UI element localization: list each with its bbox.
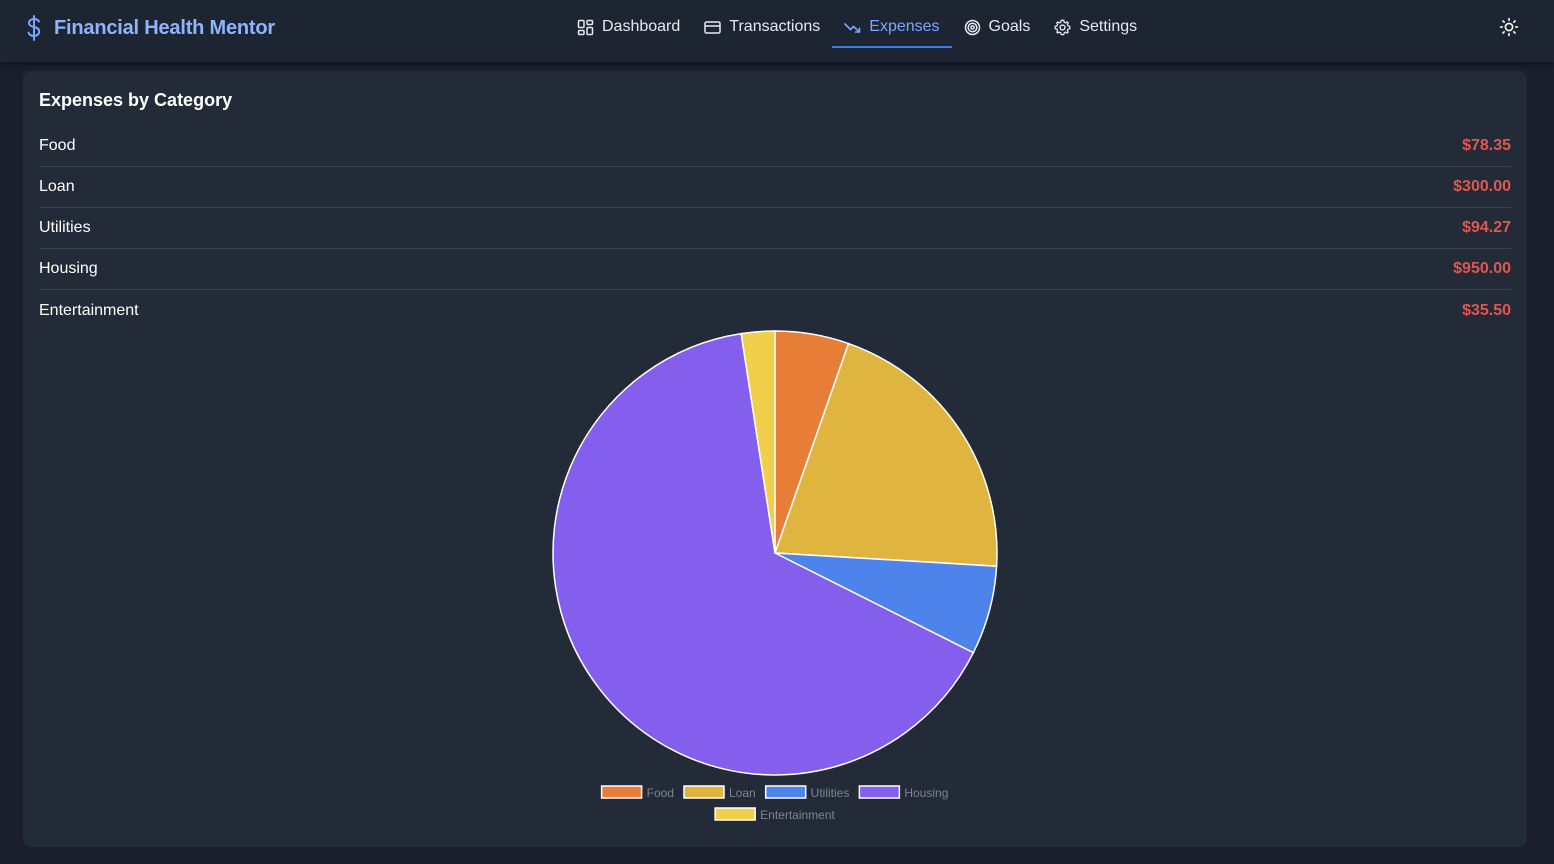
nav-expenses[interactable]: Expenses: [832, 0, 952, 54]
nav-settings-label: Settings: [1079, 18, 1138, 35]
brand[interactable]: Financial Health Mentor: [24, 14, 275, 42]
legend-label-loan[interactable]: Loan: [729, 786, 756, 800]
legend-label-food[interactable]: Food: [647, 786, 674, 800]
dollar-sign-icon: [27, 15, 41, 41]
sun-icon: [1499, 17, 1519, 37]
expense-row-housing: Housing $950.00: [39, 249, 1511, 290]
nav-goals-label: Goals: [988, 18, 1031, 35]
target-icon: [964, 19, 980, 35]
legend-swatch-entertainment[interactable]: [714, 807, 756, 821]
app-title: Financial Health Mentor: [54, 16, 275, 39]
nav-transactions[interactable]: Transactions: [692, 0, 832, 54]
expense-amount: $78.35: [1462, 137, 1511, 154]
trending-down-icon: [844, 22, 861, 33]
expense-amount: $950.00: [1453, 260, 1511, 277]
legend-swatch-loan[interactable]: [683, 785, 725, 799]
expense-pie-chart: Food Loan Utilities Housing Entertainment: [552, 330, 998, 822]
legend-swatch-utilities[interactable]: [764, 785, 807, 799]
expense-amount: $94.27: [1462, 219, 1511, 236]
expense-pie-chart-container: Food Loan Utilities Housing Entertainment: [23, 326, 1527, 838]
legend-swatch-food[interactable]: [600, 785, 643, 799]
legend-swatch-housing[interactable]: [858, 785, 901, 799]
main-nav: Dashboard Transactions Expenses Goals Se…: [565, 0, 1149, 63]
expense-list: Food $78.35 Loan $300.00 Utilities $94.2…: [39, 126, 1511, 331]
theme-toggle-button[interactable]: [1497, 15, 1521, 39]
nav-dashboard[interactable]: Dashboard: [565, 0, 692, 54]
gear-icon: [1054, 19, 1071, 35]
nav-dashboard-label: Dashboard: [602, 18, 681, 35]
expense-amount: $35.50: [1462, 301, 1511, 319]
legend-label-entertainment[interactable]: Entertainment: [760, 808, 835, 822]
expense-category: Entertainment: [39, 301, 139, 319]
expense-category: Housing: [39, 260, 98, 277]
expense-row-entertainment: Entertainment $35.50: [39, 290, 1511, 331]
legend-label-housing[interactable]: Housing: [904, 786, 948, 800]
card-title: Expenses by Category: [39, 90, 233, 110]
top-navbar: Financial Health Mentor Dashboard Transa…: [0, 0, 1554, 63]
expenses-card: Expenses by Category Food $78.35 Loan $3…: [23, 71, 1527, 847]
expense-category: Loan: [39, 178, 75, 195]
nav-settings[interactable]: Settings: [1042, 0, 1149, 54]
nav-transactions-label: Transactions: [729, 18, 821, 35]
expense-row-utilities: Utilities $94.27: [39, 208, 1511, 249]
expense-category: Utilities: [39, 219, 91, 236]
expense-row-loan: Loan $300.00: [39, 167, 1511, 208]
dashboard-grid-icon: [577, 19, 594, 35]
credit-card-icon: [704, 20, 722, 34]
nav-goals[interactable]: Goals: [952, 0, 1043, 54]
expense-category: Food: [39, 137, 76, 154]
expense-row-food: Food $78.35: [39, 126, 1511, 167]
legend-label-utilities[interactable]: Utilities: [811, 786, 850, 800]
nav-expenses-label: Expenses: [869, 18, 940, 35]
expense-amount: $300.00: [1453, 178, 1511, 195]
